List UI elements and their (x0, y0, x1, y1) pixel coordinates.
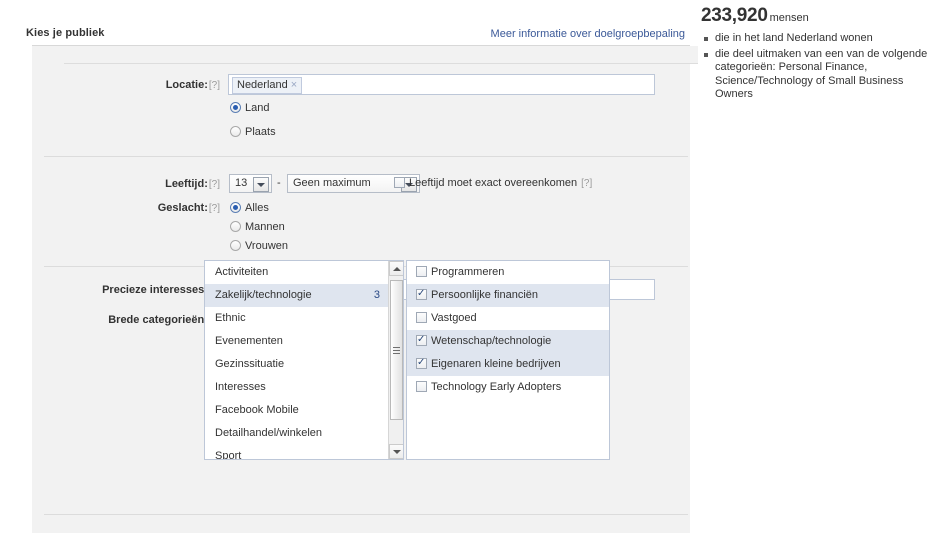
broad-categories-label: Brede categorieën:[?] (32, 314, 220, 326)
subcategory-checkbox[interactable] (416, 312, 427, 323)
location-radio-plaats[interactable]: Plaats (230, 126, 276, 138)
audience-form-panel: Kies je publiek Meer informatie over doe… (0, 0, 722, 533)
category-label: Evenementen (215, 335, 283, 347)
age-min-select[interactable]: 13 (229, 174, 272, 193)
list-item[interactable]: Interesses (205, 376, 403, 399)
list-item[interactable]: Programmeren (407, 261, 609, 284)
subcategory-label: Wetenschap/technologie (431, 335, 552, 347)
category-label: Facebook Mobile (215, 404, 299, 416)
category-label: Detailhandel/winkelen (215, 427, 323, 439)
list-item[interactable]: Vastgoed (407, 307, 609, 330)
radio-indicator[interactable] (230, 240, 241, 251)
list-item[interactable]: Evenementen (205, 330, 403, 353)
divider-3 (44, 514, 688, 515)
age-exact-label: Leeftijd moet exact overeenkomen (409, 177, 578, 189)
list-item[interactable]: Zakelijk/technologie 3 (205, 284, 403, 307)
age-exact-help-icon[interactable]: [?] (581, 178, 592, 189)
location-radio-land[interactable]: Land (230, 102, 269, 114)
category-dual-list: Activiteiten Zakelijk/technologie 3 Ethn… (204, 260, 610, 460)
form-top-strip (64, 46, 722, 64)
gender-radio-alles[interactable]: Alles (230, 202, 269, 214)
category-label: Zakelijk/technologie (215, 289, 312, 301)
category-label: Sport (215, 450, 242, 460)
subcategory-list[interactable]: Programmeren Persoonlijke financiën Vast… (406, 260, 610, 460)
category-list-scrollbar[interactable] (388, 261, 403, 459)
subcategory-checkbox[interactable] (416, 381, 427, 392)
list-item[interactable]: Ethnic (205, 307, 403, 330)
precise-interests-label: Precieze interesses:[?] (32, 284, 220, 296)
category-label: Interesses (215, 381, 266, 393)
radio-label: Mannen (245, 221, 285, 233)
age-label: Leeftijd:[?] (165, 178, 220, 190)
radio-label: Alles (245, 202, 269, 214)
list-item[interactable]: Sport (205, 445, 403, 460)
audience-unit: mensen (769, 12, 809, 24)
age-exact-checkbox-row[interactable]: Leeftijd moet exact overeenkomen [?] (394, 177, 592, 189)
subcategory-label: Persoonlijke financiën (431, 289, 539, 301)
age-min-value: 13 (235, 177, 248, 189)
page-title: Kies je publiek (26, 27, 105, 39)
radio-label: Vrouwen (245, 240, 289, 252)
gender-radio-mannen[interactable]: Mannen (230, 221, 285, 233)
category-label: Ethnic (215, 312, 246, 324)
age-help-icon[interactable]: [?] (209, 179, 220, 190)
list-item[interactable]: Gezinssituatie (205, 353, 403, 376)
list-item[interactable]: Persoonlijke financiën (407, 284, 609, 307)
subcategory-label: Technology Early Adopters (431, 381, 562, 393)
chevron-down-icon[interactable] (253, 177, 269, 192)
list-item[interactable]: Facebook Mobile (205, 399, 403, 422)
category-label: Gezinssituatie (215, 358, 285, 370)
location-label: Locatie:[?] (165, 79, 220, 91)
radio-indicator[interactable] (230, 221, 241, 232)
radio-label: Land (245, 102, 270, 114)
targeting-help-link[interactable]: Meer informatie over doelgroepbepaling (491, 28, 685, 40)
scrollbar-grip-icon (393, 347, 400, 354)
subcategory-label: Programmeren (431, 266, 505, 278)
divider-1 (44, 156, 688, 157)
list-item[interactable]: Detailhandel/winkelen (205, 422, 403, 445)
subcategory-checkbox[interactable] (416, 356, 427, 369)
scroll-up-icon[interactable] (389, 261, 403, 276)
audience-number: 233,920 (701, 5, 768, 26)
scroll-down-icon[interactable] (389, 444, 403, 459)
subcategory-checkbox[interactable] (416, 333, 427, 346)
location-help-icon[interactable]: [?] (209, 80, 220, 91)
list-item: die deel uitmaken van een van de volgend… (701, 48, 941, 102)
close-icon[interactable]: × (291, 79, 297, 91)
gender-help-icon[interactable]: [?] (209, 203, 220, 214)
list-item: die in het land Nederland wonen (701, 32, 941, 46)
radio-indicator[interactable] (230, 126, 241, 137)
list-item[interactable]: Activiteiten (205, 261, 403, 284)
gender-radio-vrouwen[interactable]: Vrouwen (230, 240, 288, 252)
gender-label: Geslacht:[?] (157, 202, 220, 214)
subcategory-label: Vastgoed (431, 312, 477, 324)
subcategory-checkbox[interactable] (416, 287, 427, 300)
age-exact-checkbox[interactable] (394, 177, 405, 188)
age-max-value: Geen maximum (293, 177, 371, 189)
location-input[interactable]: Nederland × (228, 74, 655, 95)
audience-estimate-sidebar: 233,920 mensen die in het land Nederland … (698, 0, 952, 532)
list-item[interactable]: Technology Early Adopters (407, 376, 609, 399)
radio-indicator[interactable] (230, 202, 241, 213)
radio-label: Plaats (245, 126, 276, 138)
scrollbar-thumb[interactable] (390, 280, 403, 420)
subcategory-checkbox[interactable] (416, 266, 427, 277)
category-list[interactable]: Activiteiten Zakelijk/technologie 3 Ethn… (204, 260, 404, 460)
category-label: Activiteiten (215, 266, 269, 278)
radio-indicator[interactable] (230, 102, 241, 113)
age-range-separator: - (277, 177, 281, 189)
audience-criteria-list: die in het land Nederland wonen die deel… (701, 32, 941, 104)
subcategory-label: Eigenaren kleine bedrijven (431, 358, 561, 370)
list-item[interactable]: Wetenschap/technologie (407, 330, 609, 353)
location-token-label: Nederland (237, 79, 288, 91)
list-item[interactable]: Eigenaren kleine bedrijven (407, 353, 609, 376)
audience-count: 233,920 mensen (701, 5, 809, 27)
category-count: 3 (373, 289, 380, 301)
location-token[interactable]: Nederland × (232, 77, 303, 94)
